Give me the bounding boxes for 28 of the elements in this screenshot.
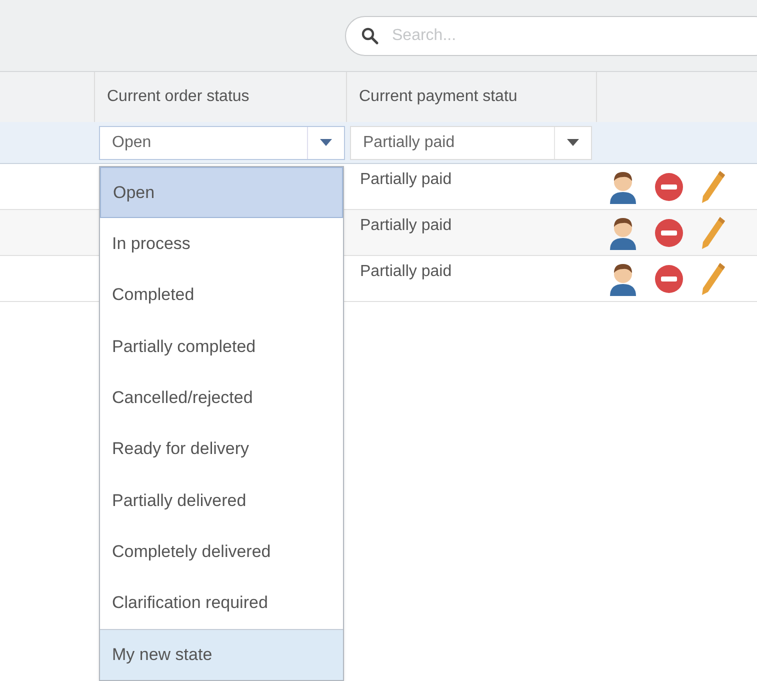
pencil-icon[interactable] xyxy=(700,216,726,250)
table-cell-text: Partially paid xyxy=(360,262,453,282)
dropdown-option[interactable]: Completely delivered xyxy=(100,526,343,578)
order-status-filter[interactable]: Open xyxy=(99,126,345,160)
dropdown-option[interactable]: Clarification required xyxy=(100,577,343,629)
dropdown-option[interactable]: In process xyxy=(100,218,343,270)
dropdown-option[interactable]: Ready for delivery xyxy=(100,423,343,475)
table-cell-text: Partially paid xyxy=(360,170,453,190)
pencil-icon[interactable] xyxy=(700,170,726,204)
dropdown-option[interactable]: Completed xyxy=(100,270,343,321)
person-icon[interactable] xyxy=(608,262,638,296)
dropdown-option[interactable]: Cancelled/rejected xyxy=(100,372,343,424)
delete-icon[interactable] xyxy=(654,172,684,202)
search-icon xyxy=(361,26,379,44)
dropdown-option[interactable]: Partially completed xyxy=(100,320,343,372)
person-icon[interactable] xyxy=(608,216,638,250)
table-cell-text: Partially paid xyxy=(360,216,453,236)
person-icon[interactable] xyxy=(608,170,638,204)
payment-status-filter[interactable]: Partially paid xyxy=(350,126,592,160)
search-field[interactable]: Search... xyxy=(345,16,757,56)
dropdown-option[interactable]: Open xyxy=(100,167,343,218)
dropdown-option[interactable]: My new state xyxy=(100,628,343,680)
delete-icon[interactable] xyxy=(654,218,684,248)
delete-icon[interactable] xyxy=(654,264,684,294)
dropdown-option[interactable]: Partially delivered xyxy=(100,474,343,526)
pencil-icon[interactable] xyxy=(700,262,726,296)
caret-icon xyxy=(320,139,332,146)
caret-icon xyxy=(567,139,579,146)
